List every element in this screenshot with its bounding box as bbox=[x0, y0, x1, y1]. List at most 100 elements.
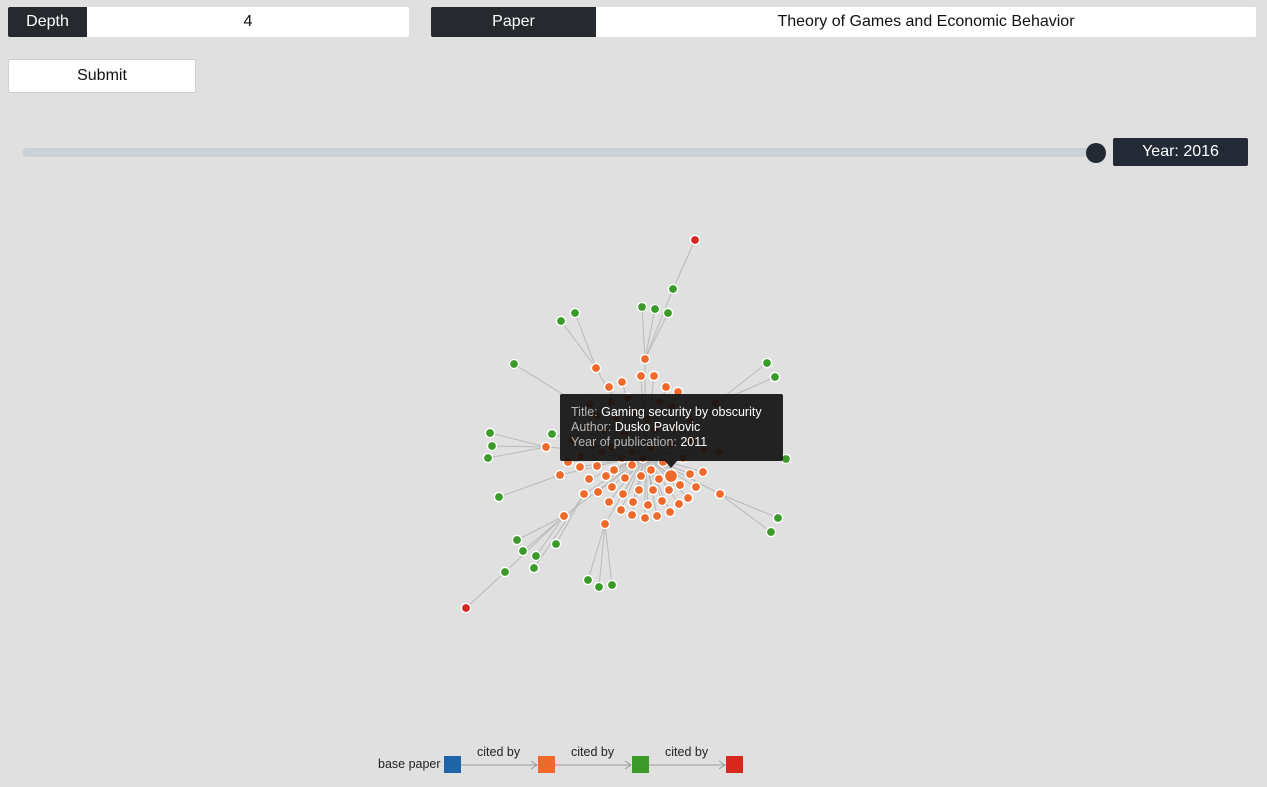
legend-base-swatch bbox=[444, 756, 461, 773]
graph-node-level1[interactable] bbox=[558, 510, 570, 522]
graph-node-level2[interactable] bbox=[484, 427, 496, 439]
graph-node-level2[interactable] bbox=[765, 526, 777, 538]
graph-node-level1[interactable] bbox=[606, 481, 618, 493]
graph-edge bbox=[491, 445, 547, 448]
graph-node-level1[interactable] bbox=[626, 509, 638, 521]
graph-node-level1[interactable] bbox=[635, 470, 647, 482]
graph-node-level1[interactable] bbox=[540, 441, 552, 453]
graph-node-level2[interactable] bbox=[511, 534, 523, 546]
graph-edge bbox=[498, 474, 561, 498]
graph-node-level1[interactable] bbox=[648, 370, 660, 382]
graph-node-level1[interactable] bbox=[656, 495, 668, 507]
graph-node-level1[interactable] bbox=[574, 461, 586, 473]
tooltip-year-line: Year of publication: 2011 bbox=[571, 435, 783, 450]
graph-node-level1[interactable] bbox=[617, 488, 629, 500]
graph-node-level2[interactable] bbox=[606, 579, 618, 591]
graph-node-level2[interactable] bbox=[528, 562, 540, 574]
graph-node-level2[interactable] bbox=[482, 452, 494, 464]
graph-node-level1[interactable] bbox=[639, 353, 651, 365]
graph-node-level1[interactable] bbox=[642, 499, 654, 511]
graph-node-level1[interactable] bbox=[627, 496, 639, 508]
graph-node-level1[interactable] bbox=[591, 460, 603, 472]
graph-node-level3[interactable] bbox=[460, 602, 472, 614]
graph-node-hovered[interactable] bbox=[663, 468, 679, 484]
graph-node-level1[interactable] bbox=[714, 488, 726, 500]
graph-node-level2[interactable] bbox=[593, 581, 605, 593]
graph-node-level1[interactable] bbox=[697, 466, 709, 478]
graph-node-level2[interactable] bbox=[636, 301, 648, 313]
graph-node-level1[interactable] bbox=[633, 484, 645, 496]
graph-node-level1[interactable] bbox=[616, 376, 628, 388]
graph-node-level1[interactable] bbox=[663, 484, 675, 496]
graph-node-level1[interactable] bbox=[647, 484, 659, 496]
graph-node-level1[interactable] bbox=[583, 473, 595, 485]
graph-node-level1[interactable] bbox=[626, 459, 638, 471]
legend-cited-by-label-1: cited by bbox=[477, 745, 521, 759]
graph-node-level2[interactable] bbox=[769, 371, 781, 383]
graph-node-level1[interactable] bbox=[554, 469, 566, 481]
graph-node-level1[interactable] bbox=[651, 510, 663, 522]
graph-node-level1[interactable] bbox=[619, 472, 631, 484]
tooltip-pointer bbox=[665, 461, 677, 468]
graph-node-level1[interactable] bbox=[664, 506, 676, 518]
graph-edge bbox=[641, 306, 646, 360]
graph-node-level1[interactable] bbox=[673, 498, 685, 510]
graph-node-level2[interactable] bbox=[662, 307, 674, 319]
graph-edge bbox=[604, 523, 613, 586]
graph-edge bbox=[487, 446, 547, 459]
graph-node-level1[interactable] bbox=[599, 518, 611, 530]
node-tooltip: Title: Gaming security by obscurity Auth… bbox=[560, 394, 783, 461]
graph-node-level1[interactable] bbox=[684, 468, 696, 480]
tooltip-year-value: 2011 bbox=[680, 435, 708, 449]
graph-node-level1[interactable] bbox=[645, 464, 657, 476]
legend-level1-swatch bbox=[538, 756, 555, 773]
legend-cited-by-label-2: cited by bbox=[571, 745, 615, 759]
graph-node-level1[interactable] bbox=[608, 464, 620, 476]
graph-edge bbox=[644, 288, 674, 360]
legend-level3-swatch bbox=[726, 756, 743, 773]
graph-node-level1[interactable] bbox=[592, 486, 604, 498]
graph-node-level1[interactable] bbox=[635, 370, 647, 382]
legend-base-label: base paper bbox=[378, 757, 441, 771]
graph-node-level2[interactable] bbox=[499, 566, 511, 578]
graph-node-level1[interactable] bbox=[590, 362, 602, 374]
graph-node-level2[interactable] bbox=[761, 357, 773, 369]
graph-node-level2[interactable] bbox=[555, 315, 567, 327]
graph-node-level1[interactable] bbox=[578, 488, 590, 500]
legend-cited-by-label-3: cited by bbox=[665, 745, 709, 759]
graph-node-level2[interactable] bbox=[493, 491, 505, 503]
graph-node-level1[interactable] bbox=[653, 473, 665, 485]
tooltip-title-key: Title: bbox=[571, 405, 598, 419]
graph-node-level1[interactable] bbox=[690, 481, 702, 493]
graph-node-level1[interactable] bbox=[660, 381, 672, 393]
graph-node-level1[interactable] bbox=[603, 381, 615, 393]
graph-node-level2[interactable] bbox=[486, 440, 498, 452]
graph-node-level2[interactable] bbox=[550, 538, 562, 550]
graph-edge bbox=[719, 493, 772, 533]
graph-edge bbox=[644, 308, 656, 360]
graph-node-level2[interactable] bbox=[772, 512, 784, 524]
graph-node-level1[interactable] bbox=[600, 470, 612, 482]
graph-node-level1[interactable] bbox=[615, 504, 627, 516]
graph-node-level1[interactable] bbox=[682, 492, 694, 504]
graph-node-level1[interactable] bbox=[674, 479, 686, 491]
graph-node-level1[interactable] bbox=[603, 496, 615, 508]
graph-node-level2[interactable] bbox=[667, 283, 679, 295]
graph-edge bbox=[465, 571, 506, 609]
graph-node-level1[interactable] bbox=[639, 512, 651, 524]
tooltip-author-value: Dusko Pavlovic bbox=[614, 420, 701, 434]
graph-edge bbox=[644, 312, 669, 360]
graph-node-level2[interactable] bbox=[569, 307, 581, 319]
graph-edge bbox=[672, 239, 696, 290]
graph-node-level2[interactable] bbox=[508, 358, 520, 370]
tooltip-author-line: Author: Dusko Pavlovic bbox=[571, 420, 783, 435]
graph-edge bbox=[574, 312, 597, 369]
graph-edge bbox=[533, 493, 585, 569]
graph-node-level2[interactable] bbox=[517, 545, 529, 557]
graph-node-level2[interactable] bbox=[582, 574, 594, 586]
graph-node-level3[interactable] bbox=[689, 234, 701, 246]
graph-node-level2[interactable] bbox=[649, 303, 661, 315]
graph-node-level2[interactable] bbox=[546, 428, 558, 440]
tooltip-author-key: Author: bbox=[571, 420, 612, 434]
graph-node-level2[interactable] bbox=[530, 550, 542, 562]
